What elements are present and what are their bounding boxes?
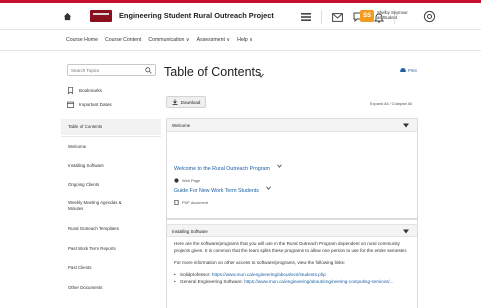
user-avatar[interactable]: SS <box>360 10 374 22</box>
sidebar-item-welcome[interactable]: Welcome <box>61 144 161 150</box>
sidebar-item-label: Past Clients <box>68 265 92 270</box>
topic-meta: PDF document <box>174 200 271 205</box>
search-topics-field[interactable] <box>67 64 156 76</box>
module-title: Installing Software <box>172 229 208 234</box>
user-role: as Student <box>377 15 398 20</box>
list-item: • Solidprofessor: https://www.mun.ca/eng… <box>174 272 326 277</box>
nav-course-content[interactable]: Course Content <box>105 37 141 43</box>
sidebar-item-label: Ongoing Clients <box>68 182 100 187</box>
sidebar-item-table-of-contents[interactable]: Table of Contents <box>61 119 161 135</box>
printer-icon <box>400 68 406 72</box>
sidebar-item-past-work-term-reports[interactable]: Past Work Term Reports <box>61 246 161 252</box>
sidebar-item-ongoing-clients[interactable]: Ongoing Clients <box>61 182 161 188</box>
download-icon <box>172 99 178 105</box>
university-logo[interactable] <box>90 10 112 22</box>
sidebar-item-installing-software[interactable]: Installing Software <box>61 163 161 169</box>
topic-type: PDF document <box>182 200 208 205</box>
chevron-down-icon[interactable] <box>266 186 272 190</box>
sidebar-item-label: Table of Contents <box>68 124 103 129</box>
message-icon[interactable] <box>331 11 343 23</box>
sidebar-item-label: Past Work Term Reports <box>68 246 116 251</box>
important-dates-label: Important Dates <box>79 102 112 107</box>
sidebar-item-other-documents[interactable]: Other Documents <box>61 285 161 291</box>
module-header[interactable]: Welcome <box>167 119 417 132</box>
sidebar-item-label: Installing Software <box>68 163 104 168</box>
chevron-down-icon[interactable] <box>277 164 283 168</box>
bullet-label: Solidprofessor: <box>180 272 211 277</box>
gear-icon[interactable] <box>423 10 436 23</box>
search-icon[interactable] <box>145 67 152 74</box>
paragraph: For more information on other access to … <box>174 260 346 265</box>
paragraph: Here are the software/programs that you … <box>174 241 408 253</box>
page-title: Table of Contents <box>164 65 262 79</box>
print-label: Print <box>408 68 417 73</box>
divider <box>61 136 161 137</box>
sidebar-item-label: Rural Outreach Templates <box>68 226 119 231</box>
bookmarks-link[interactable]: Bookmarks <box>67 87 102 94</box>
list-item: • General Engineering Software: https://… <box>174 279 394 284</box>
sidebar-item-weekly-meeting[interactable]: Weekly Meeting Agendas & Minutes <box>61 200 131 211</box>
course-nav-items: Course Home Course Content Communication… <box>66 37 253 43</box>
download-button[interactable]: Download <box>166 96 206 108</box>
download-label: Download <box>180 99 201 105</box>
module-header[interactable]: Installing Software <box>167 224 417 237</box>
sidebar-item-rural-outreach-templates[interactable]: Rural Outreach Templates <box>61 226 161 232</box>
search-input[interactable] <box>71 66 141 75</box>
bookmark-icon <box>67 87 74 94</box>
pdf-file-icon <box>174 200 179 205</box>
nav-communication[interactable]: Communication ∨ <box>148 37 189 43</box>
module-installing-software: Installing Software Here are the softwar… <box>166 219 418 308</box>
course-title[interactable]: Engineering Student Rural Outreach Proje… <box>119 11 274 20</box>
user-menu[interactable]: Shelby Seymour as Student <box>377 10 408 20</box>
course-navbar: Course Home Course Content Communication… <box>0 30 481 51</box>
module-welcome: Welcome Welcome to the Rural Outreach Pr… <box>166 118 418 219</box>
calendar-icon <box>67 101 74 108</box>
expand-collapse-links[interactable]: Expand All / Collapse All <box>370 101 412 106</box>
bullet-link[interactable]: https://www.mun.ca/engineering/about/eng… <box>244 279 393 284</box>
divider <box>321 10 322 24</box>
bookmarks-label: Bookmarks <box>79 88 102 93</box>
sidebar-item-label: Welcome <box>68 144 87 149</box>
grid-icon[interactable] <box>300 11 312 23</box>
chevron-down-icon[interactable] <box>258 73 264 78</box>
bullet-link[interactable]: https://www.mun.ca/engineering/about/ecs… <box>212 272 326 277</box>
bullet-label: General Engineering Software: <box>180 279 243 284</box>
home-icon[interactable] <box>63 12 72 21</box>
important-dates-link[interactable]: Important Dates <box>67 101 112 108</box>
caret-down-icon[interactable] <box>403 229 409 234</box>
nav-course-home[interactable]: Course Home <box>66 37 98 43</box>
print-button[interactable]: Print <box>400 68 417 73</box>
top-navbar: Engineering Student Rural Outreach Proje… <box>0 3 481 30</box>
sidebar-item-label: Other Documents <box>68 285 103 290</box>
nav-help[interactable]: Help ∨ <box>237 37 253 43</box>
sidebar-item-label: Weekly Meeting Agendas & Minutes <box>68 200 122 211</box>
nav-assessment[interactable]: Assessment ∨ <box>197 37 231 43</box>
caret-down-icon[interactable] <box>403 123 409 128</box>
topic-link[interactable]: Guide For New Work Term Students <box>174 188 259 194</box>
sidebar-item-past-clients[interactable]: Past Clients <box>61 265 161 271</box>
topic-link[interactable]: Welcome to the Rural Outreach Program <box>174 166 270 172</box>
topic-item: Guide For New Work Term Students PDF doc… <box>174 179 272 205</box>
module-title: Welcome <box>172 123 191 128</box>
module-description: Here are the software/programs that you … <box>174 240 416 285</box>
